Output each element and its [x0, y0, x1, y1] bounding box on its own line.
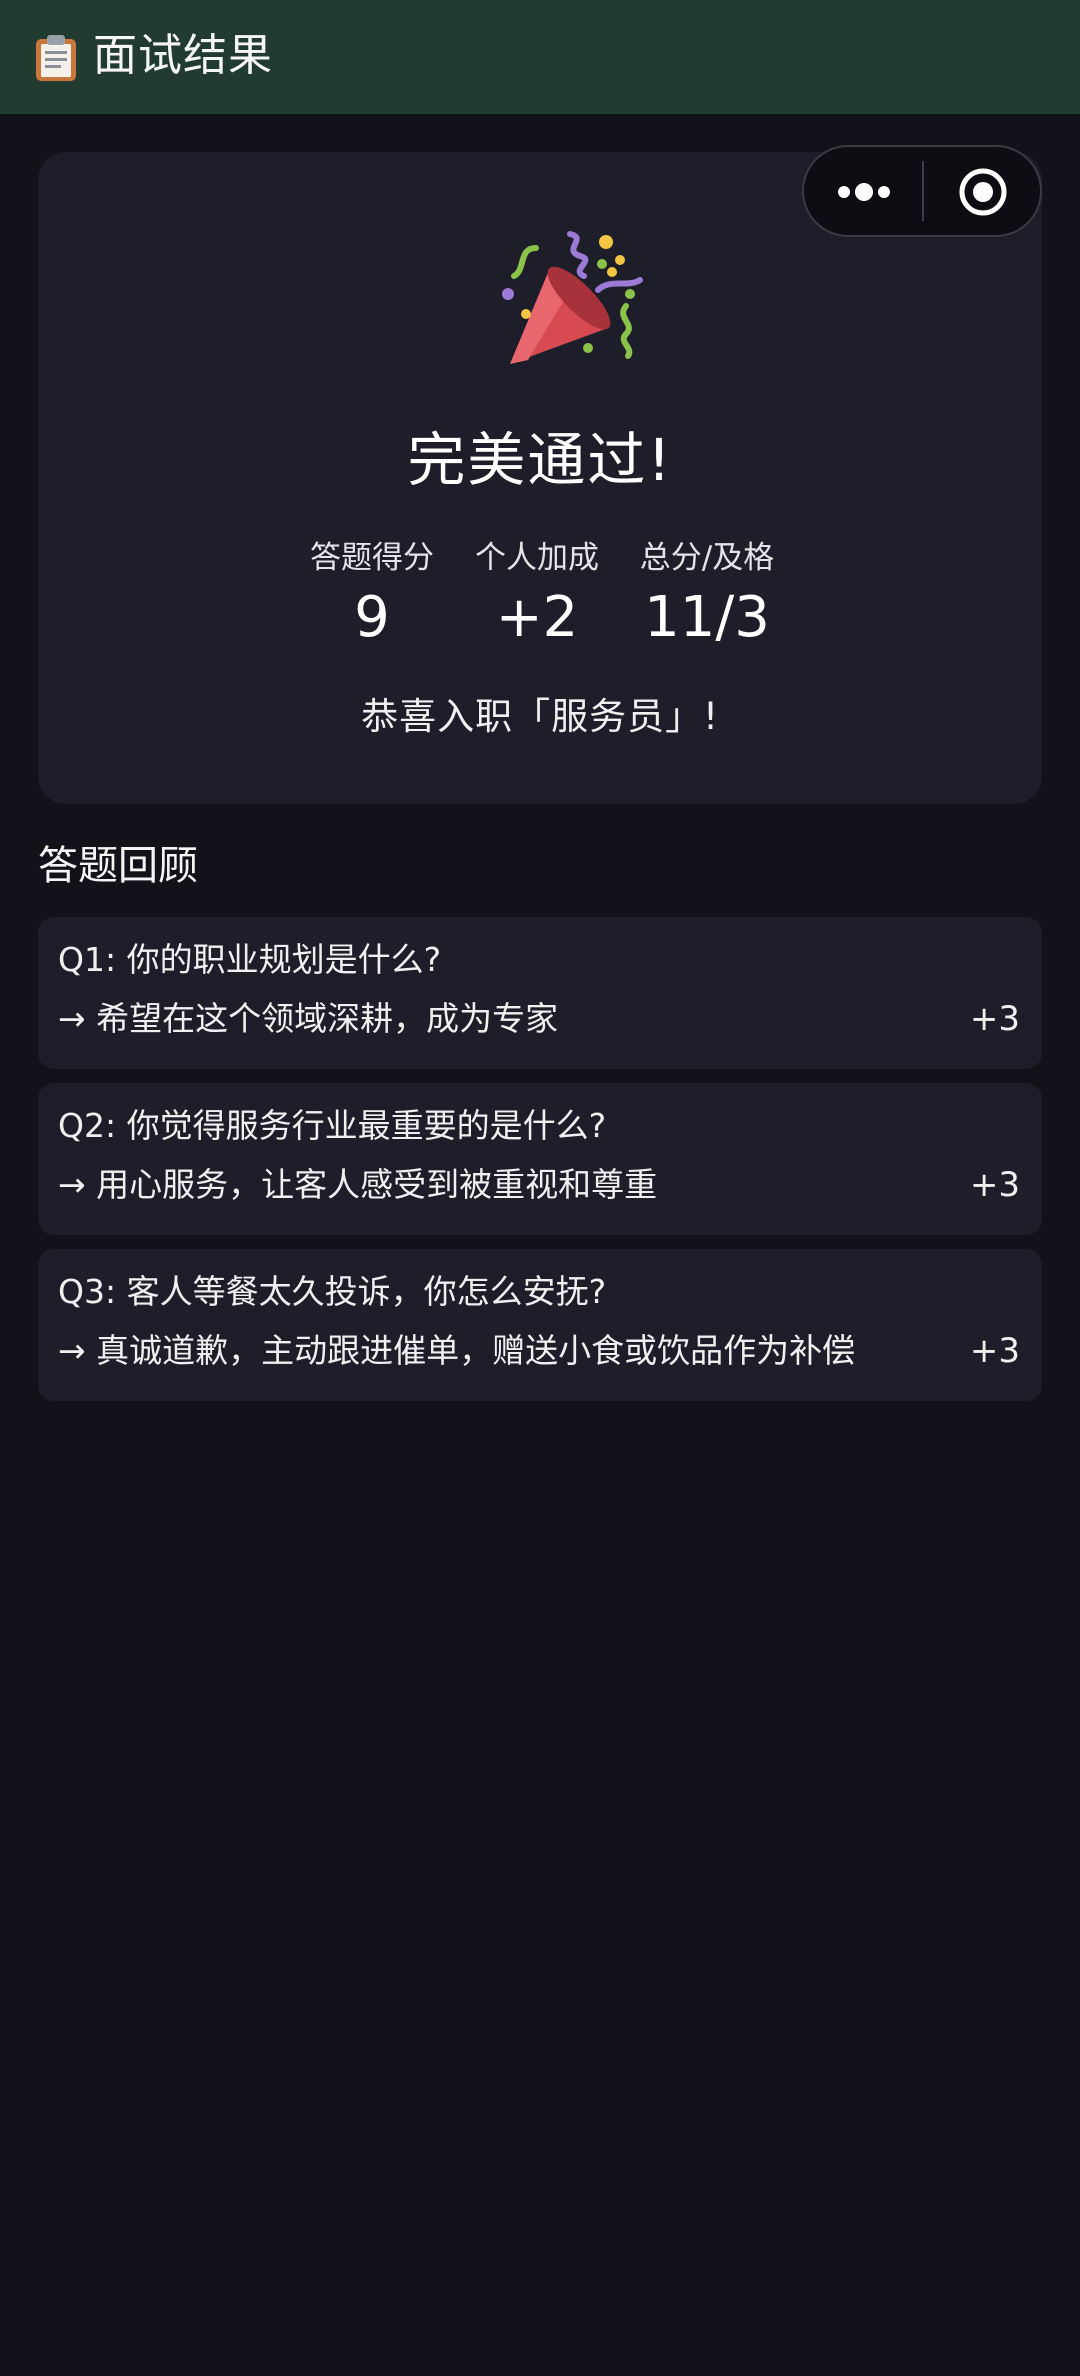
target-circle-icon[interactable]	[958, 167, 1008, 217]
review-answer: → 希望在这个领域深耕，成为专家	[58, 999, 559, 1038]
stat-value: 11/3	[644, 585, 770, 650]
review-item: Q2: 你觉得服务行业最重要的是什么? → 用心服务，让客人感受到被重视和尊重 …	[38, 1083, 1042, 1235]
review-heading: 答题回顾	[38, 843, 198, 889]
result-title: 完美通过!	[407, 426, 673, 494]
party-popper-icon	[502, 231, 643, 364]
clipboard-icon	[36, 35, 76, 81]
review-question: Q1: 你的职业规划是什么?	[58, 940, 442, 979]
stat-value: +2	[495, 585, 579, 650]
review-score: +3	[969, 1331, 1020, 1371]
stat-answer-score: 答题得分 9	[302, 538, 442, 654]
top-bar: 面试结果	[0, 0, 1080, 114]
review-item: Q3: 客人等餐太久投诉，你怎么安抚? → 真诚道歉，主动跟进催单，赠送小食或饮…	[38, 1249, 1042, 1401]
capsule-divider	[922, 161, 924, 221]
capsule-menu	[802, 145, 1042, 237]
review-score: +3	[969, 1165, 1020, 1205]
congrats-message: 恭喜入职「服务员」!	[361, 695, 719, 738]
stat-label: 答题得分	[310, 540, 434, 576]
more-dots-icon[interactable]	[836, 170, 892, 214]
result-card: 完美通过! 答题得分 9 个人加成 +2 总分/及格 11/3 恭喜入职「服务员…	[38, 152, 1042, 804]
stat-label: 总分/及格	[639, 540, 775, 576]
review-question: Q2: 你觉得服务行业最重要的是什么?	[58, 1106, 607, 1145]
review-question: Q3: 客人等餐太久投诉，你怎么安抚?	[58, 1272, 607, 1311]
stat-value: 9	[354, 585, 390, 650]
score-stats: 答题得分 9 个人加成 +2 总分/及格 11/3	[38, 538, 1042, 658]
stat-personal-bonus: 个人加成 +2	[467, 538, 607, 654]
review-score: +3	[969, 999, 1020, 1039]
page-title: 面试结果	[93, 30, 273, 81]
review-answer: → 用心服务，让客人感受到被重视和尊重	[58, 1165, 658, 1204]
review-answer: → 真诚道歉，主动跟进催单，赠送小食或饮品作为补偿	[58, 1331, 856, 1370]
stat-total-pass: 总分/及格 11/3	[632, 538, 782, 654]
stat-label: 个人加成	[475, 540, 599, 576]
review-item: Q1: 你的职业规划是什么? → 希望在这个领域深耕，成为专家 +3	[38, 917, 1042, 1069]
